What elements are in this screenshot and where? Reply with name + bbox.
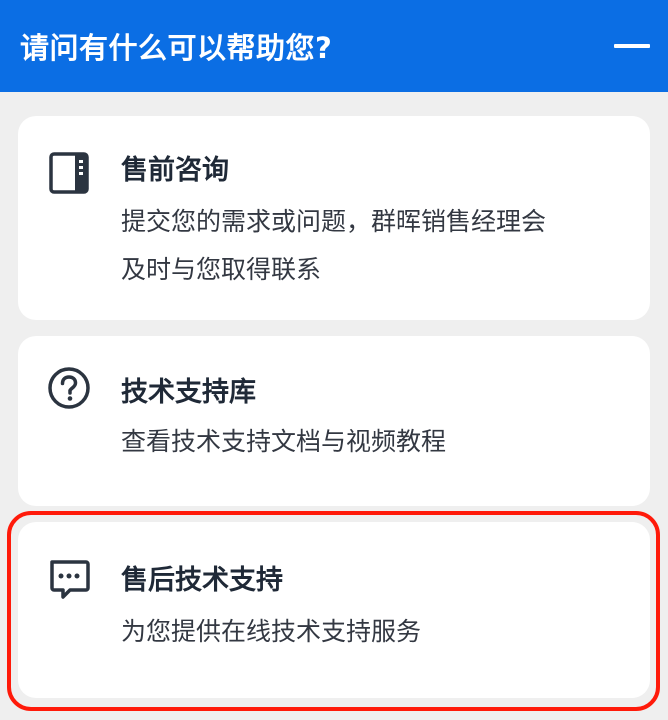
card-title-aftersales: 售后技术支持 <box>121 565 283 596</box>
description-line: 提交您的需求或问题，群晖销售经理会 <box>121 207 547 236</box>
card-description-aftersales: 为您提供在线技术支持服务 <box>121 608 621 656</box>
chat-header: 请问有什么可以帮助您? <box>0 0 668 92</box>
card-title-presales: 售前咨询 <box>121 155 229 186</box>
question-circle-icon <box>46 365 92 411</box>
description-line: 查看技术支持文档与视频教程 <box>121 427 447 456</box>
minimize-button[interactable] <box>610 24 654 68</box>
description-line: 为您提供在线技术支持服务 <box>121 617 422 646</box>
card-title-knowledge-base: 技术支持库 <box>121 377 256 408</box>
aftersales-support-card[interactable]: 售后技术支持 为您提供在线技术支持服务 <box>18 522 650 698</box>
minimize-icon <box>614 44 650 48</box>
header-title: 请问有什么可以帮助您? <box>20 31 333 65</box>
description-line: 及时与您取得联系 <box>121 255 322 284</box>
card-description-presales: 提交您的需求或问题，群晖销售经理会 及时与您取得联系 <box>121 198 621 294</box>
chat-bubble-icon <box>46 556 92 602</box>
sidebar-panel-icon <box>46 150 92 196</box>
card-description-knowledge-base: 查看技术支持文档与视频教程 <box>121 418 621 466</box>
presales-consult-card[interactable]: 售前咨询 提交您的需求或问题，群晖销售经理会 及时与您取得联系 <box>18 116 650 320</box>
knowledge-base-card[interactable]: 技术支持库 查看技术支持文档与视频教程 <box>18 336 650 506</box>
